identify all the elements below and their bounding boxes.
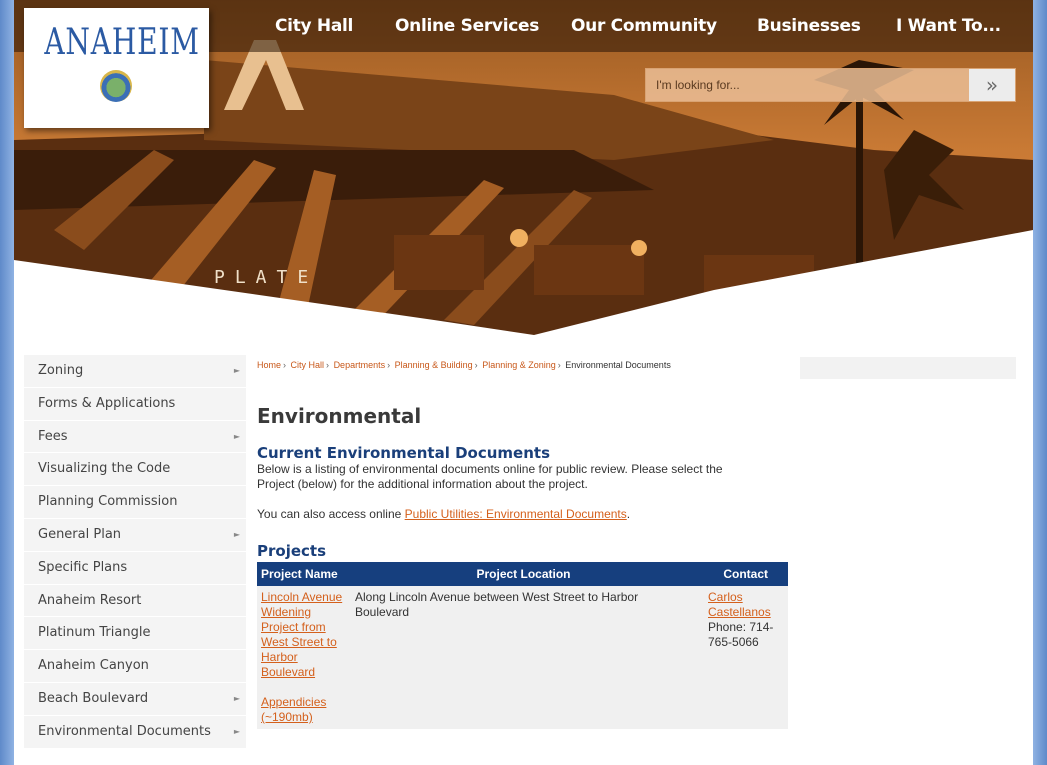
nav-our-community[interactable]: Our Community <box>571 16 717 36</box>
sidebar-item-planning-commission[interactable]: Planning Commission <box>24 486 246 519</box>
sidebar-item-environmental-documents[interactable]: Environmental Documents ► <box>24 715 246 749</box>
sidebar-item-specific-plans[interactable]: Specific Plans <box>24 551 246 585</box>
table-row: Lincoln Avenue Widening Project from Wes… <box>257 586 788 729</box>
sidebar-item-label: Anaheim Resort <box>38 592 142 608</box>
column-header-contact: Contact <box>696 562 788 586</box>
access-text: You can also access online Public Utilit… <box>257 507 797 522</box>
contact-cell: Carlos Castellanos Phone: 714-765-5066 <box>696 586 788 729</box>
page: PLATE City Hall Online Services Our Comm… <box>14 0 1033 765</box>
sidebar-item-platinum-triangle[interactable]: Platinum Triangle <box>24 617 246 651</box>
sidebar-item-label: General Plan <box>38 526 122 542</box>
main-content: Home › City Hall › Departments › Planning &… <box>257 360 797 729</box>
sidebar-item-beach-boulevard[interactable]: Beach Boulevard ► <box>24 682 246 716</box>
logo-wordmark: ANAHEIM <box>44 22 200 63</box>
breadcrumb-separator: › <box>283 360 287 370</box>
window-frame-left <box>0 0 14 765</box>
breadcrumb-planning-building[interactable]: Planning & Building <box>395 360 473 370</box>
submenu-arrow-icon: ► <box>233 693 240 703</box>
sidebar-item-label: Platinum Triangle <box>38 625 151 641</box>
window-frame-right <box>1033 0 1047 765</box>
submenu-arrow-icon: ► <box>233 529 240 539</box>
breadcrumb-separator: › <box>474 360 478 370</box>
search-submit-button[interactable]: » <box>969 69 1015 101</box>
sidebar-item-label: Specific Plans <box>38 559 128 575</box>
hero-banner: PLATE City Hall Online Services Our Comm… <box>14 0 1033 335</box>
breadcrumb-current: Environmental Documents <box>565 360 671 370</box>
table-header-row: Project Name Project Location Contact <box>257 562 788 586</box>
breadcrumb-departments[interactable]: Departments <box>334 360 386 370</box>
sidebar-nav: Zoning ► Forms & Applications Fees ► Visua… <box>24 355 246 749</box>
public-utilities-link[interactable]: Public Utilities: Environmental Document… <box>405 507 627 521</box>
project-name-link[interactable]: Lincoln Avenue Widening Project from Wes… <box>261 590 342 679</box>
submenu-arrow-icon: ► <box>233 431 240 441</box>
nav-i-want-to[interactable]: I Want To... <box>896 16 1001 36</box>
sidebar-item-label: Fees <box>38 428 68 444</box>
submenu-arrow-icon: ► <box>233 726 240 736</box>
sidebar-item-general-plan[interactable]: General Plan ► <box>24 518 246 552</box>
sidebar-item-label: Planning Commission <box>38 494 178 510</box>
submenu-arrow-icon: ► <box>233 366 240 375</box>
sidebar-item-forms-applications[interactable]: Forms & Applications <box>24 387 246 421</box>
city-seal-icon <box>100 70 132 102</box>
project-name-cell: Lincoln Avenue Widening Project from Wes… <box>257 586 351 729</box>
sidebar-item-label: Beach Boulevard <box>38 690 149 706</box>
breadcrumb-home[interactable]: Home <box>257 360 281 370</box>
project-location-cell: Along Lincoln Avenue between West Street… <box>351 586 696 729</box>
breadcrumb-city-hall[interactable]: City Hall <box>291 360 325 370</box>
sidebar-item-zoning[interactable]: Zoning ► <box>24 355 246 388</box>
sidebar-item-label: Zoning <box>38 363 84 378</box>
appendices-link[interactable]: Appendicies (~190mb) <box>261 695 326 724</box>
sidebar-item-label: Anaheim Canyon <box>38 658 149 674</box>
page-title: Environmental <box>257 404 422 428</box>
sidebar-item-label: Visualizing the Code <box>38 461 171 477</box>
breadcrumb: Home › City Hall › Departments › Planning &… <box>257 360 797 376</box>
projects-table: Project Name Project Location Contact Li… <box>257 562 788 729</box>
access-prefix: You can also access online <box>257 507 405 521</box>
city-logo[interactable]: ANAHEIM <box>24 8 209 128</box>
double-chevron-right-icon: » <box>985 73 999 97</box>
sidebar-item-anaheim-resort[interactable]: Anaheim Resort <box>24 584 246 618</box>
nav-businesses[interactable]: Businesses <box>757 16 861 36</box>
breadcrumb-separator: › <box>326 360 330 370</box>
sidebar-item-label: Environmental Documents <box>38 723 211 739</box>
banner-sign-text: PLATE <box>214 267 318 288</box>
contact-phone: Phone: 714-765-5066 <box>708 620 774 649</box>
breadcrumb-separator: › <box>557 360 561 370</box>
breadcrumb-separator: › <box>387 360 391 370</box>
site-search: » <box>645 68 1016 102</box>
column-header-project-location: Project Location <box>351 562 696 586</box>
sidebar-item-visualizing-the-code[interactable]: Visualizing the Code <box>24 453 246 487</box>
contact-name-link[interactable]: Carlos Castellanos <box>708 590 771 619</box>
projects-heading: Projects <box>257 542 327 560</box>
column-header-project-name: Project Name <box>257 562 351 586</box>
section-heading: Current Environmental Documents <box>257 444 550 462</box>
search-input[interactable] <box>646 69 970 101</box>
breadcrumb-planning-zoning[interactable]: Planning & Zoning <box>482 360 556 370</box>
sidebar-item-label: Forms & Applications <box>38 395 176 411</box>
access-suffix: . <box>626 507 631 521</box>
nav-city-hall[interactable]: City Hall <box>275 16 353 36</box>
right-sidebar-placeholder <box>800 357 1016 379</box>
nav-online-services[interactable]: Online Services <box>395 16 539 36</box>
intro-text: Below is a listing of environmental docu… <box>257 462 723 491</box>
sidebar-item-fees[interactable]: Fees ► <box>24 420 246 454</box>
sidebar-item-anaheim-canyon[interactable]: Anaheim Canyon <box>24 650 246 683</box>
